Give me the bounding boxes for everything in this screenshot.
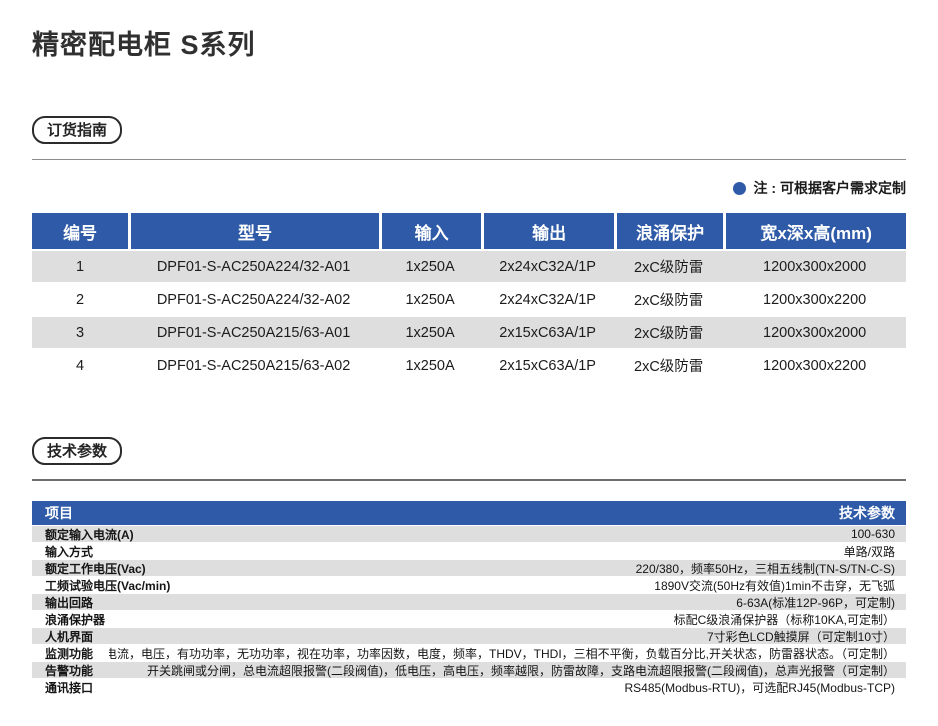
column-header: 编号: [32, 213, 128, 249]
table-cell: DPF01-S-AC250A215/63-A02: [128, 350, 379, 381]
section-divider: [32, 159, 906, 160]
param-row: 浪涌保护器标配C级浪涌保护器（标称10KA,可定制）: [32, 611, 906, 627]
param-value: 6-63A(标准12P-96P，可定制): [109, 594, 895, 611]
param-value: 电流，电压，有功功率，无功功率，视在功率，功率因数，电度，频率，THDV，THD…: [109, 645, 895, 662]
table-cell: 2x15xC63A/1P: [481, 350, 614, 381]
param-value: 100-630: [150, 527, 895, 541]
table-cell: 1x250A: [379, 350, 481, 381]
column-header: 输出: [481, 213, 614, 249]
param-row: 监测功能电流，电压，有功功率，无功功率，视在功率，功率因数，电度，频率，THDV…: [32, 645, 906, 661]
ordering-table-body: 1DPF01-S-AC250A224/32-A011x250A2x24xC32A…: [32, 251, 906, 381]
note-text: 注 : 可根据客户需求定制: [754, 178, 906, 198]
param-label: 人机界面: [45, 628, 93, 645]
param-label: 额定工作电压(Vac): [45, 560, 146, 577]
section-badge-ordering-guide: 订货指南: [32, 116, 122, 144]
param-label: 浪涌保护器: [45, 611, 105, 628]
table-cell: 2xC级防雷: [614, 251, 723, 282]
table-cell: 1200x300x2200: [723, 350, 906, 381]
param-label: 告警功能: [45, 662, 93, 679]
param-value: 开关跳闸或分闸，总电流超限报警(二段阀值)，低电压，高电压，频率越限，防雷故障，…: [109, 662, 895, 679]
page-title: 精密配电柜 S系列: [32, 28, 906, 62]
param-value: 7寸彩色LCD触摸屏（可定制10寸）: [109, 628, 895, 645]
table-cell: 2x24xC32A/1P: [481, 251, 614, 282]
param-label: 额定输入电流(A): [45, 526, 134, 543]
table-cell: 1200x300x2000: [723, 251, 906, 282]
table-cell: DPF01-S-AC250A215/63-A01: [128, 317, 379, 348]
table-row: 3DPF01-S-AC250A215/63-A011x250A2x15xC63A…: [32, 317, 906, 348]
table-cell: 3: [32, 317, 128, 348]
column-header-value: 技术参数: [839, 503, 895, 523]
tech-params-body: 额定输入电流(A) 100-630 输入方式单路/双路额定工作电压(Vac) 220/…: [32, 526, 906, 695]
table-row: 4DPF01-S-AC250A215/63-A021x250A2x15xC63A…: [32, 350, 906, 381]
ordering-table: 编号型号输入输出浪涌保护宽x深x高(mm) 1DPF01-S-AC250A224…: [32, 211, 906, 383]
section-divider: [32, 479, 906, 481]
ordering-table-header-row: 编号型号输入输出浪涌保护宽x深x高(mm): [32, 213, 906, 249]
param-label: 输入方式: [45, 543, 93, 560]
table-cell: 1200x300x2000: [723, 317, 906, 348]
table-row: 1DPF01-S-AC250A224/32-A011x250A2x24xC32A…: [32, 251, 906, 282]
param-value: 标配C级浪涌保护器（标称10KA,可定制）: [121, 611, 895, 628]
param-value: 1890V交流(50Hz有效值)1min不击穿，无飞弧: [186, 577, 895, 594]
table-cell: 1x250A: [379, 317, 481, 348]
column-header: 浪涌保护: [614, 213, 723, 249]
table-cell: 2xC级防雷: [614, 317, 723, 348]
page: 精密配电柜 S系列 订货指南 注 : 可根据客户需求定制 编号型号输入输出浪涌保…: [0, 28, 938, 695]
param-value: 单路/双路: [109, 543, 895, 560]
tech-params-table: 项目 技术参数 额定输入电流(A) 100-630 输入方式单路/双路额定工作电压(…: [32, 501, 906, 695]
table-cell: 1x250A: [379, 251, 481, 282]
table-cell: 4: [32, 350, 128, 381]
table-cell: 1: [32, 251, 128, 282]
param-label: 工频试验电压(Vac/min): [45, 577, 170, 594]
table-cell: DPF01-S-AC250A224/32-A01: [128, 251, 379, 282]
table-cell: 2xC级防雷: [614, 350, 723, 381]
tech-params-header-row: 项目 技术参数: [32, 501, 906, 525]
param-row: 额定工作电压(Vac) 220/380，频率50Hz，三相五线制(TN-S/TN-…: [32, 560, 906, 576]
column-header-item: 项目: [45, 503, 73, 523]
param-value: RS485(Modbus-RTU)，可选配RJ45(Modbus-TCP): [109, 679, 895, 696]
table-cell: 1200x300x2200: [723, 284, 906, 315]
param-row: 输出回路 6-63A(标准12P-96P，可定制): [32, 594, 906, 610]
param-row: 输入方式单路/双路: [32, 543, 906, 559]
bullet-circle-icon: [733, 182, 746, 195]
param-row: 通讯接口 RS485(Modbus-RTU)，可选配RJ45(Modbus-TCP…: [32, 679, 906, 695]
column-header: 型号: [128, 213, 379, 249]
param-label: 输出回路: [45, 594, 93, 611]
param-row: 工频试验电压(Vac/min) 1890V交流(50Hz有效值)1min不击穿，无…: [32, 577, 906, 593]
column-header: 输入: [379, 213, 481, 249]
param-row: 人机界面 7寸彩色LCD触摸屏（可定制10寸）: [32, 628, 906, 644]
column-header: 宽x深x高(mm): [723, 213, 906, 249]
table-cell: 2x15xC63A/1P: [481, 317, 614, 348]
param-label: 通讯接口: [45, 679, 93, 696]
param-value: 220/380，频率50Hz，三相五线制(TN-S/TN-C-S): [162, 560, 895, 577]
table-cell: DPF01-S-AC250A224/32-A02: [128, 284, 379, 315]
table-cell: 1x250A: [379, 284, 481, 315]
param-row: 额定输入电流(A) 100-630: [32, 526, 906, 542]
custom-note: 注 : 可根据客户需求定制: [32, 178, 906, 198]
table-cell: 2x24xC32A/1P: [481, 284, 614, 315]
param-label: 监测功能: [45, 645, 93, 662]
table-cell: 2xC级防雷: [614, 284, 723, 315]
param-row: 告警功能开关跳闸或分闸，总电流超限报警(二段阀值)，低电压，高电压，频率越限，防…: [32, 662, 906, 678]
section-badge-tech-params: 技术参数: [32, 437, 122, 465]
table-cell: 2: [32, 284, 128, 315]
table-row: 2DPF01-S-AC250A224/32-A021x250A2x24xC32A…: [32, 284, 906, 315]
